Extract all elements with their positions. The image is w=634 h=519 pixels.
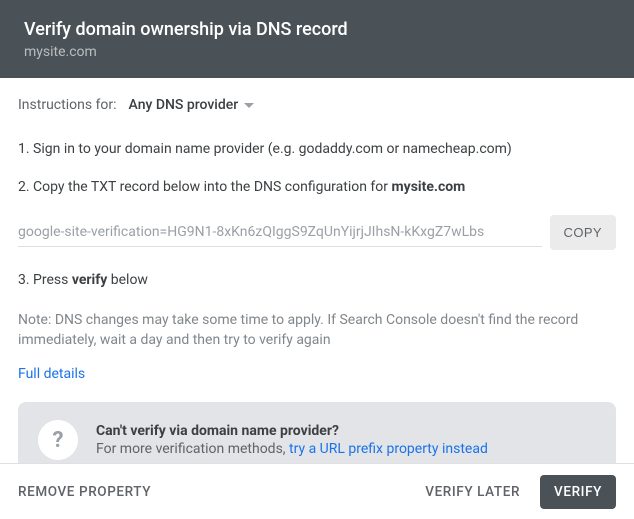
step-3: 3. Press verify below [18, 272, 616, 288]
content: Instructions for: Any DNS provider 1. Si… [0, 69, 634, 463]
dns-note: Note: DNS changes may take some time to … [18, 310, 616, 350]
provider-dropdown[interactable]: Any DNS provider [129, 97, 255, 113]
question-icon: ? [38, 420, 78, 460]
provider-value: Any DNS provider [129, 97, 239, 113]
alt-method-sub: For more verification methods, try a URL… [96, 441, 488, 457]
step-3-suffix: below [107, 272, 148, 288]
remove-property-button[interactable]: REMOVE PROPERTY [18, 476, 161, 508]
step-3-bold: verify [72, 272, 107, 288]
verify-later-button[interactable]: VERIFY LATER [415, 476, 530, 508]
full-details-link[interactable]: Full details [18, 366, 85, 382]
chevron-down-icon [244, 103, 254, 108]
content-scroll[interactable]: Instructions for: Any DNS provider 1. Si… [0, 69, 634, 463]
dialog-header: Verify domain ownership via DNS record m… [0, 0, 634, 78]
alt-method-box: ? Can't verify via domain name provider?… [18, 402, 616, 463]
dialog-domain: mysite.com [24, 44, 610, 60]
dialog-footer: REMOVE PROPERTY VERIFY LATER VERIFY [0, 463, 634, 519]
step-1: 1. Sign in to your domain name provider … [18, 139, 616, 159]
txt-record-row: COPY [18, 215, 616, 250]
alt-method-text: Can't verify via domain name provider? F… [96, 423, 488, 457]
instructions-label: Instructions for: [18, 97, 117, 113]
copy-button[interactable]: COPY [550, 215, 616, 250]
alt-method-title: Can't verify via domain name provider? [96, 423, 488, 439]
verify-button[interactable]: VERIFY [540, 475, 616, 509]
txt-record-input[interactable] [18, 218, 542, 247]
alt-method-sub-prefix: For more verification methods, [96, 441, 289, 457]
step-2-domain: mysite.com [392, 179, 466, 195]
step-2-text: 2. Copy the TXT record below into the DN… [18, 179, 392, 195]
dialog-title: Verify domain ownership via DNS record [24, 18, 610, 42]
steps: 1. Sign in to your domain name provider … [18, 139, 616, 197]
url-prefix-link[interactable]: try a URL prefix property instead [289, 441, 488, 457]
footer-left: REMOVE PROPERTY [18, 476, 415, 508]
provider-row: Instructions for: Any DNS provider [18, 97, 616, 113]
step-3-prefix: 3. Press [18, 272, 72, 288]
step-2: 2. Copy the TXT record below into the DN… [18, 177, 616, 197]
